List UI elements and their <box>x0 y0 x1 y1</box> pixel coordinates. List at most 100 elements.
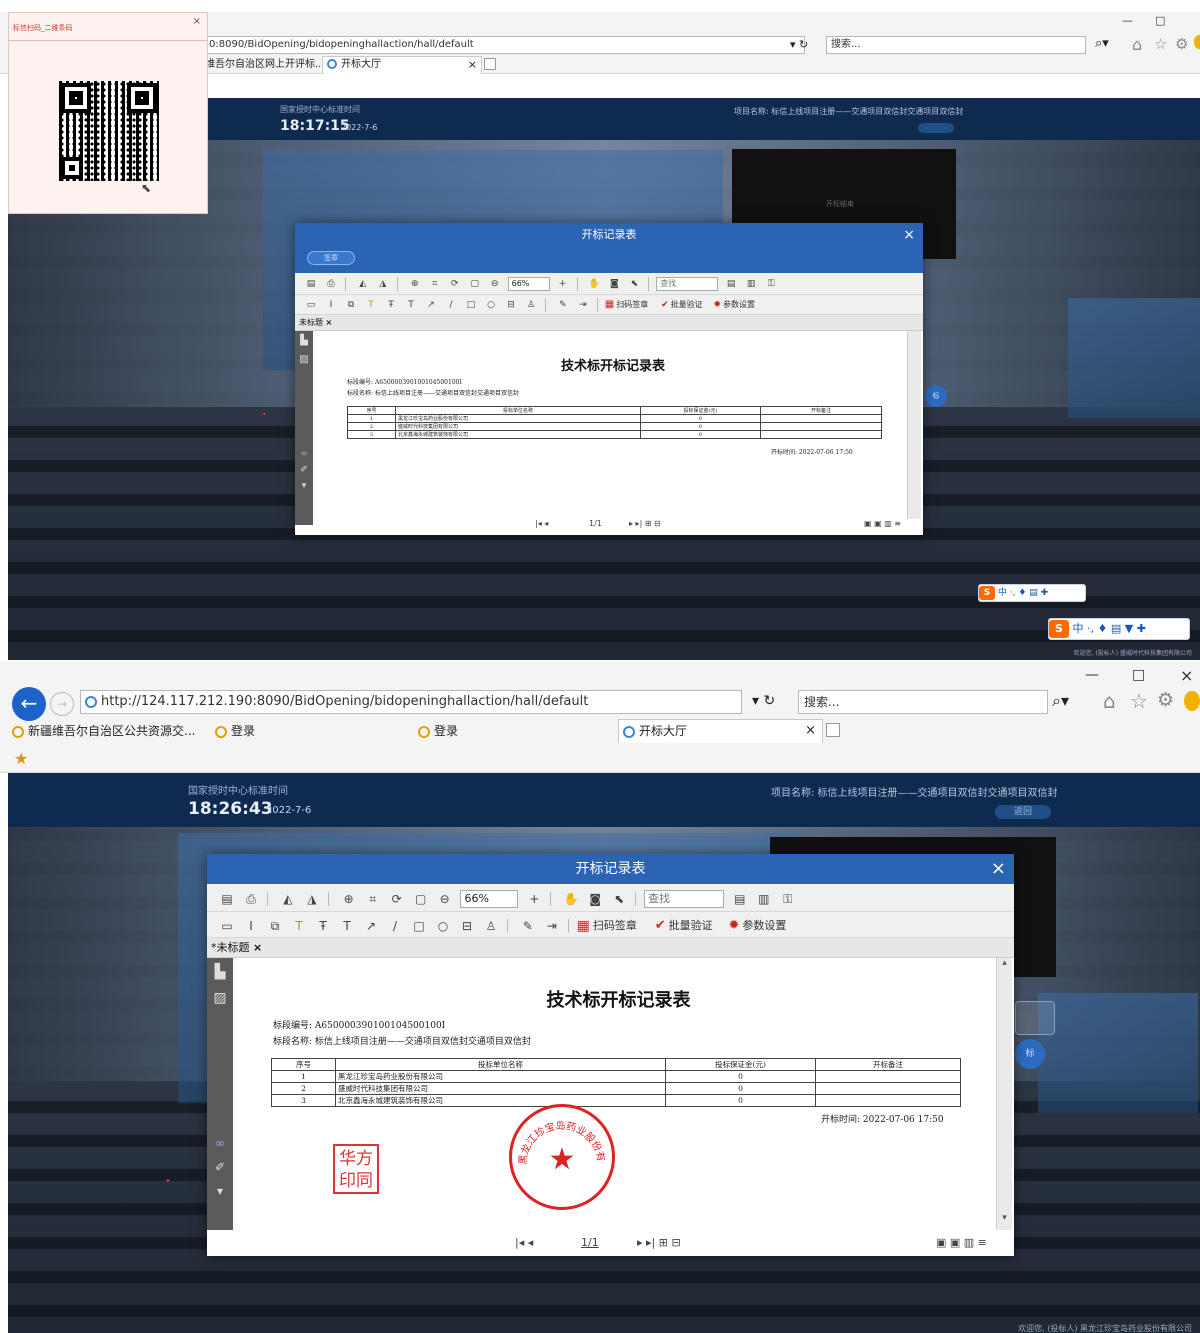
export-icon[interactable]: ⇥ <box>542 918 562 934</box>
qr-sign-icon[interactable]: ▦ <box>605 295 614 315</box>
sign-pill-button[interactable]: 签章 <box>307 251 355 265</box>
user-icon[interactable]: ♙ <box>523 297 539 313</box>
params-button[interactable]: 参数设置 <box>723 295 755 315</box>
new-tab-icon[interactable] <box>484 58 496 70</box>
gear-icon[interactable]: ⚙ <box>1157 689 1174 711</box>
scan-sign-button[interactable]: 扫码签章 <box>616 295 648 315</box>
minimize-icon[interactable]: — <box>1085 667 1099 683</box>
rotate-right-icon[interactable]: ◮ <box>302 891 322 907</box>
doc-tab[interactable]: *未标题 × <box>207 938 1014 958</box>
doc2-icon[interactable]: ▥ <box>743 276 759 292</box>
circle-icon[interactable]: ○ <box>433 918 453 934</box>
address-bar[interactable]: 0:8090/BidOpening/bidopeninghallaction/h… <box>205 36 805 54</box>
maximize-icon[interactable]: □ <box>1155 14 1165 27</box>
line-icon[interactable]: / <box>385 918 405 934</box>
fit-icon[interactable]: ⌗ <box>363 891 383 907</box>
link-icon[interactable]: ∞ <box>207 1136 233 1150</box>
find-input[interactable]: 查找 <box>656 276 719 291</box>
tab-bid-hall[interactable]: 开标大厅 × <box>322 56 482 74</box>
maximize-icon[interactable]: □ <box>1132 667 1145 683</box>
forward-icon[interactable]: → <box>50 692 74 716</box>
copy-icon[interactable]: ⧉ <box>343 297 359 313</box>
strike-icon[interactable]: Ŧ <box>383 297 399 313</box>
star-icon[interactable]: ☆ <box>1130 689 1148 713</box>
stamp-icon[interactable]: ⊟ <box>457 918 477 934</box>
vertical-scrollbar[interactable] <box>907 331 921 519</box>
doc2-icon[interactable]: ▥ <box>754 891 774 907</box>
cert-icon[interactable]: ⚿ <box>763 276 779 292</box>
tab-login-2[interactable]: 登录 <box>418 721 618 741</box>
zoom-select[interactable]: 66% <box>460 889 519 908</box>
highlight-icon[interactable]: T <box>363 297 379 313</box>
select-icon[interactable]: ⬉ <box>609 891 629 907</box>
hand-icon[interactable]: ✋ <box>561 891 581 907</box>
rect-icon[interactable]: □ <box>409 918 429 934</box>
tab-close-icon[interactable]: × <box>805 720 816 742</box>
plus-icon[interactable]: + <box>555 276 571 292</box>
address-bar[interactable]: http://124.117.212.190:8090/BidOpening/b… <box>80 690 742 714</box>
tab-portal[interactable]: 新疆维吾尔自治区公共资源交... <box>12 721 212 741</box>
search-icon[interactable]: ⌕▾ <box>1052 691 1069 711</box>
minimize-icon[interactable]: — <box>1122 14 1133 27</box>
next-page-icon[interactable]: ▸ ▸| ⊞ ⊟ <box>637 1230 681 1256</box>
text-field-icon[interactable]: I <box>323 297 339 313</box>
return-button[interactable]: 返回 <box>995 805 1051 819</box>
find-input[interactable]: 查找 <box>643 889 724 908</box>
zoom-in-icon[interactable]: ⊕ <box>339 891 359 907</box>
print-icon[interactable]: ⎙ <box>241 891 261 907</box>
batch-verify-button[interactable]: 批量验证 <box>669 913 713 939</box>
tab-portal[interactable]: 维吾尔自治区网上开评标... <box>205 57 320 73</box>
save-icon[interactable]: ▤ <box>303 276 319 292</box>
zoom-select[interactable]: 66% <box>507 276 550 291</box>
tab-login-1[interactable]: 登录 <box>215 721 415 741</box>
rotate-icon[interactable]: ⟳ <box>387 891 407 907</box>
return-button[interactable] <box>918 123 954 133</box>
text-icon[interactable]: T <box>337 918 357 934</box>
arrow-icon[interactable]: ↗ <box>423 297 439 313</box>
rotate-left-icon[interactable]: ◭ <box>278 891 298 907</box>
highlight-icon[interactable]: T <box>289 918 309 934</box>
rotate-right-icon[interactable]: ◮ <box>375 276 391 292</box>
verify-icon[interactable]: ✔ <box>655 913 666 939</box>
settings-icon[interactable]: ✹ <box>728 913 739 939</box>
home-icon[interactable]: ⌂ <box>1132 35 1142 54</box>
qr-sign-icon[interactable]: ▦ <box>577 913 590 939</box>
zoom-in-icon[interactable]: ⊕ <box>407 276 423 292</box>
strike-icon[interactable]: Ŧ <box>313 918 333 934</box>
view-mode-icons[interactable]: ▣ ▣ ▥ ≡ <box>864 515 901 533</box>
qr-close-icon[interactable]: × <box>193 16 201 27</box>
doc-icon[interactable]: ▤ <box>730 891 750 907</box>
line-icon[interactable]: / <box>443 297 459 313</box>
edit-icon[interactable]: ✎ <box>518 918 538 934</box>
sign-side-button[interactable]: 标 <box>1015 1039 1045 1069</box>
camera-icon[interactable]: ◙ <box>585 891 605 907</box>
scan-sign-button[interactable]: 扫码签章 <box>593 913 637 939</box>
doc-tab-close-icon[interactable]: × <box>326 318 333 327</box>
arrow-icon[interactable]: ↗ <box>361 918 381 934</box>
bookmark-icon[interactable]: ▙ <box>207 964 233 980</box>
first-page-icon[interactable]: |◂ ◂ <box>515 1230 533 1256</box>
edit-icon[interactable]: ✎ <box>555 297 571 313</box>
export-icon[interactable]: ⇥ <box>575 297 591 313</box>
tab-close-icon[interactable]: × <box>468 57 477 73</box>
search-icon[interactable]: ⌕▾ <box>1095 36 1109 51</box>
tab-bid-hall[interactable]: 开标大厅 × <box>618 719 823 743</box>
first-page-icon[interactable]: |◂ ◂ <box>535 515 548 533</box>
rect-icon[interactable]: □ <box>463 297 479 313</box>
star-icon[interactable]: ☆ <box>1154 35 1167 53</box>
copy-icon[interactable]: ⧉ <box>265 918 285 934</box>
ime-toolbar-1[interactable]: S 中 ·, ♦ ▤ ✚ <box>978 584 1086 602</box>
text-field-icon[interactable]: I <box>241 918 261 934</box>
rotate-icon[interactable]: ⟳ <box>447 276 463 292</box>
select-icon[interactable]: ⬉ <box>626 276 642 292</box>
back-icon[interactable]: ← <box>12 687 46 721</box>
smiley-icon[interactable] <box>1194 35 1200 49</box>
attach-icon[interactable]: ✐ <box>295 465 313 475</box>
sign-side-button[interactable]: 标 <box>925 385 947 407</box>
home-icon[interactable]: ⌂ <box>1103 689 1116 713</box>
new-tab-icon[interactable] <box>826 723 840 737</box>
attach-icon[interactable]: ✐ <box>207 1160 233 1174</box>
link-icon[interactable]: ∞ <box>295 449 313 459</box>
refresh-icon[interactable]: ▾ ↻ <box>752 693 775 709</box>
page-icon[interactable]: ▢ <box>411 891 431 907</box>
